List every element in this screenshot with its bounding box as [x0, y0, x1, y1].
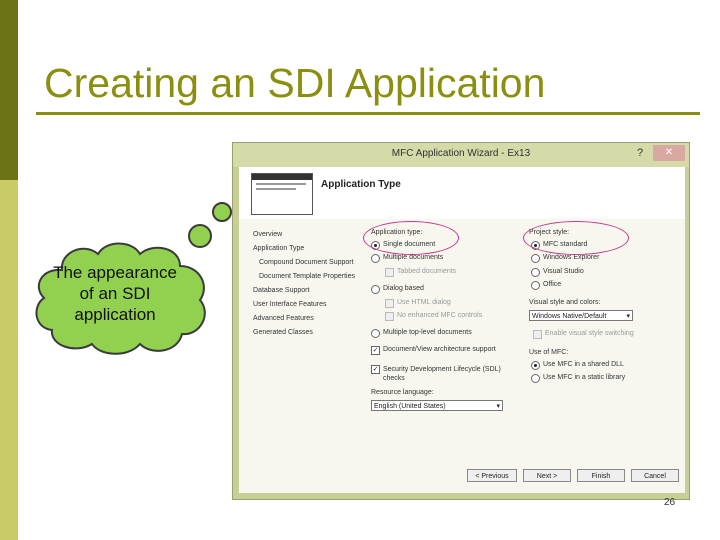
- visual-style-value: Windows Native/Default: [532, 313, 607, 320]
- visual-studio-label: Visual Studio: [543, 268, 584, 275]
- sdl-checks-label: Security Development Lifecycle (SDL) che…: [383, 366, 501, 382]
- static-library-radio[interactable]: [531, 374, 540, 383]
- tabbed-documents-label: Tabbed documents: [397, 268, 457, 275]
- wizard-header: Application Type: [239, 167, 685, 219]
- nav-overview[interactable]: Overview: [253, 231, 282, 238]
- nav-document-template-properties[interactable]: Document Template Properties: [259, 273, 355, 280]
- static-library-label: Use MFC in a static library: [543, 374, 626, 381]
- sdl-checks-checkbox[interactable]: ✓: [371, 365, 380, 374]
- mfc-standard-highlight: [523, 221, 629, 255]
- resource-language-label: Resource language:: [371, 389, 434, 396]
- slide-title: Creating an SDI Application: [44, 60, 546, 106]
- nav-user-interface-features[interactable]: User Interface Features: [253, 301, 327, 308]
- multiple-documents-radio[interactable]: [371, 254, 380, 263]
- resource-language-value: English (United States): [374, 403, 446, 410]
- enable-style-switching-label: Enable visual style switching: [545, 330, 634, 337]
- chevron-down-icon: ▾: [626, 313, 630, 320]
- page-title: Application Type: [321, 179, 401, 190]
- multiple-top-level-radio[interactable]: [371, 329, 380, 338]
- windows-explorer-radio[interactable]: [531, 254, 540, 263]
- office-label: Office: [543, 281, 562, 288]
- previous-button[interactable]: < Previous: [467, 469, 517, 482]
- finish-button[interactable]: Finish: [577, 469, 625, 482]
- visual-style-label: Visual style and colors:: [529, 299, 601, 306]
- close-button[interactable]: ✕: [653, 145, 685, 161]
- windows-explorer-label: Windows Explorer: [543, 254, 600, 261]
- page-number: 26: [664, 497, 676, 508]
- dialog-based-radio[interactable]: [371, 285, 380, 294]
- chevron-down-icon: ▾: [496, 403, 500, 410]
- side-band-bottom: [0, 180, 18, 540]
- application-type-icon: [251, 173, 313, 215]
- tabbed-documents-checkbox[interactable]: [385, 268, 394, 277]
- doc-view-checkbox[interactable]: ✓: [371, 346, 380, 355]
- multiple-documents-label: Multiple documents: [383, 254, 444, 261]
- no-enhanced-controls-label: No enhanced MFC controls: [397, 312, 483, 319]
- cancel-button[interactable]: Cancel: [631, 469, 679, 482]
- shared-dll-label: Use MFC in a shared DLL: [543, 361, 624, 368]
- use-html-dialog-checkbox[interactable]: [385, 299, 394, 308]
- next-button[interactable]: Next >: [523, 469, 571, 482]
- callout-text: The appearance of an SDI application: [53, 263, 177, 324]
- single-document-highlight: [363, 221, 459, 255]
- nav-application-type[interactable]: Application Type: [253, 245, 304, 252]
- nav-advanced-features[interactable]: Advanced Features: [253, 315, 314, 322]
- mfc-wizard-window: MFC Application Wizard - Ex13 ? ✕ Applic…: [232, 142, 690, 500]
- doc-view-label: Document/View architecture support: [383, 346, 496, 353]
- office-radio[interactable]: [531, 281, 540, 290]
- resource-language-dropdown[interactable]: English (United States) ▾: [371, 400, 503, 411]
- window-titlebar: MFC Application Wizard - Ex13 ? ✕: [233, 143, 689, 167]
- use-of-mfc-label: Use of MFC:: [529, 349, 569, 356]
- help-button[interactable]: ?: [637, 147, 643, 159]
- nav-compound-document-support[interactable]: Compound Document Support: [259, 259, 354, 266]
- nav-generated-classes[interactable]: Generated Classes: [253, 329, 313, 336]
- title-underline: [36, 112, 700, 115]
- no-enhanced-controls-checkbox[interactable]: [385, 312, 394, 321]
- visual-studio-radio[interactable]: [531, 268, 540, 277]
- wizard-body: Application Type Overview Application Ty…: [239, 167, 685, 493]
- visual-style-dropdown[interactable]: Windows Native/Default ▾: [529, 310, 633, 321]
- side-band-top: [0, 0, 18, 180]
- use-html-dialog-label: Use HTML dialog: [397, 299, 451, 306]
- multiple-top-level-label: Multiple top-level documents: [383, 329, 472, 336]
- nav-database-support[interactable]: Database Support: [253, 287, 309, 294]
- window-title: MFC Application Wizard - Ex13: [391, 148, 531, 159]
- shared-dll-radio[interactable]: [531, 361, 540, 370]
- dialog-based-label: Dialog based: [383, 285, 424, 292]
- enable-style-switching-checkbox[interactable]: [533, 330, 542, 339]
- wizard-content: Application type: Single document Multip…: [359, 219, 685, 493]
- wizard-nav: Overview Application Type Compound Docum…: [239, 219, 357, 493]
- bubble-dot-2: [212, 202, 232, 222]
